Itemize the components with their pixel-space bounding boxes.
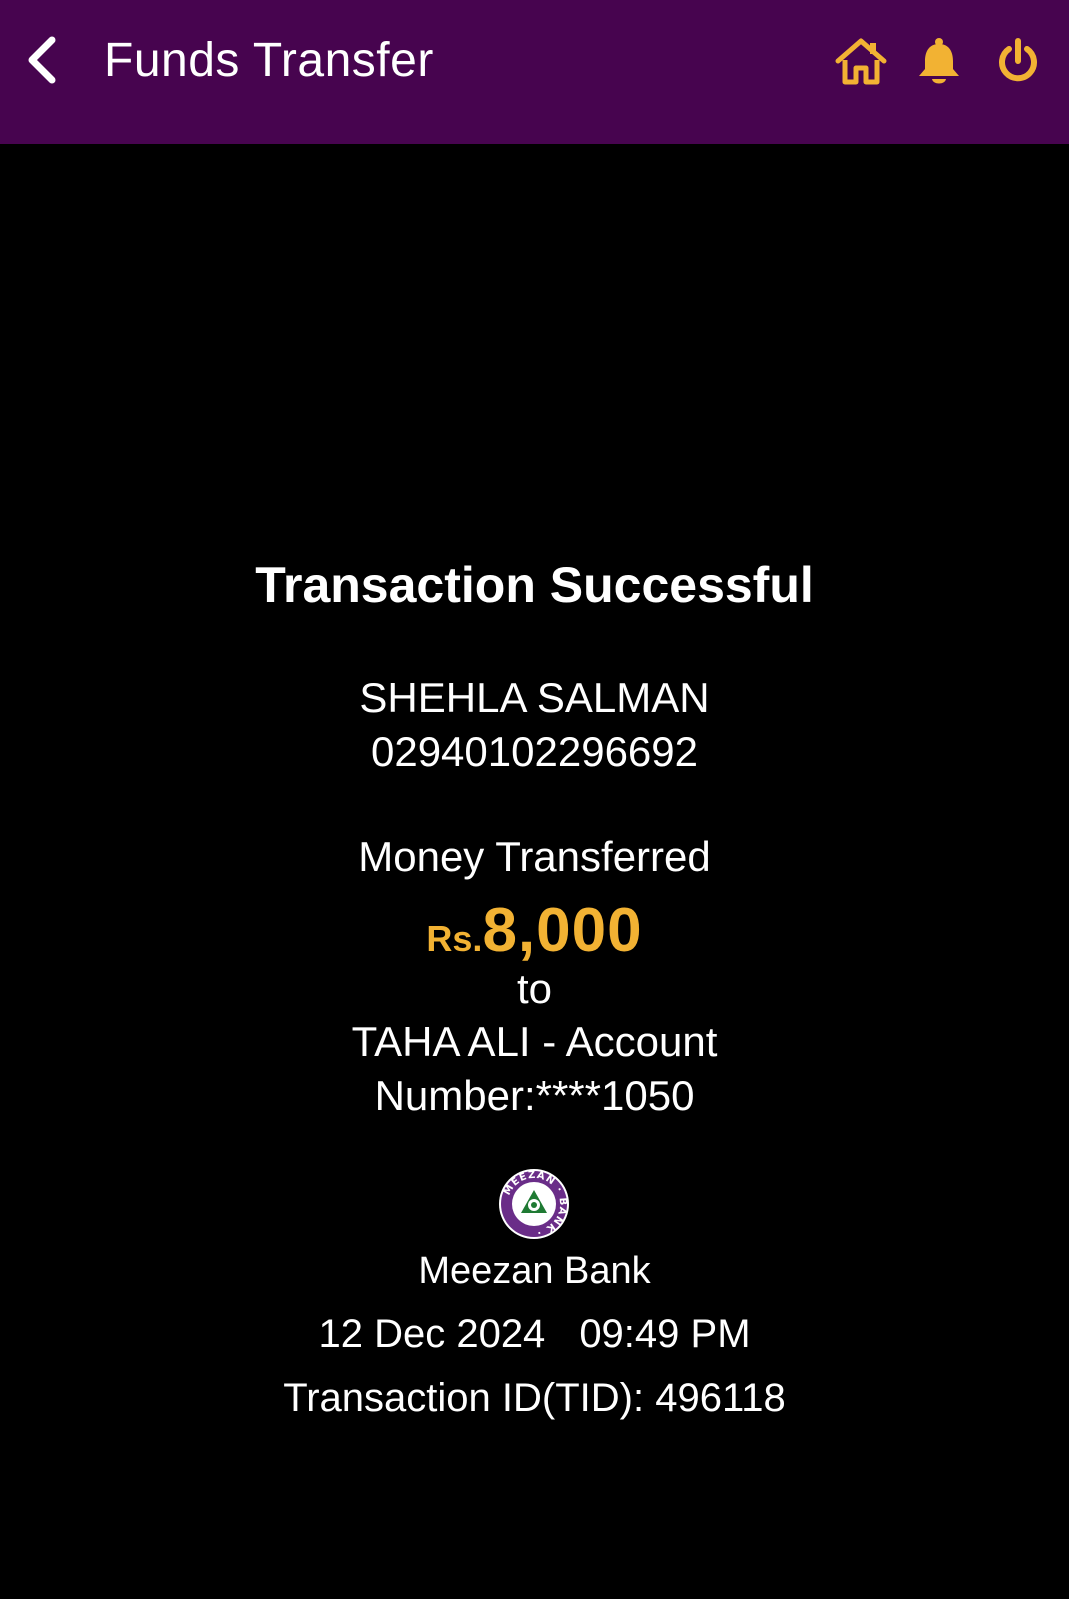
bank-name: Meezan Bank xyxy=(418,1250,651,1292)
page-title: Funds Transfer xyxy=(104,34,434,87)
home-button[interactable] xyxy=(833,34,889,90)
sender-account-number: 02940102296692 xyxy=(370,728,699,775)
back-chevron-icon xyxy=(28,36,56,84)
transaction-id: Transaction ID(TID): 496118 xyxy=(0,1370,1069,1426)
transaction-id-value: 496118 xyxy=(655,1376,786,1420)
beneficiary-name: TAHA ALI - Account xyxy=(351,1018,718,1065)
transaction-date: 12 Dec 2024 xyxy=(318,1312,546,1356)
back-button[interactable] xyxy=(14,32,70,88)
transaction-status-title: Transaction Successful xyxy=(255,557,814,613)
amount-value: 8,000 xyxy=(482,896,643,965)
meezan-bank-logo: MEEZAN · BANK · xyxy=(499,1169,569,1239)
receipt-content: Transaction Successful SHEHLA SALMAN 029… xyxy=(0,144,1069,1599)
beneficiary-account-number: Number:****1050 xyxy=(374,1072,695,1119)
power-icon xyxy=(999,38,1037,82)
transaction-id-label: Transaction ID(TID): xyxy=(283,1376,645,1420)
funds-transfer-receipt-screen: Funds Transfer Transaction Successful SH… xyxy=(0,0,1069,1599)
logout-button[interactable] xyxy=(990,34,1046,90)
notifications-button[interactable] xyxy=(911,34,967,90)
bell-icon xyxy=(919,38,959,84)
app-bar: Funds Transfer xyxy=(0,0,1069,144)
home-icon xyxy=(835,38,887,85)
transaction-date-time: 12 Dec 2024 09:49 PM xyxy=(0,1306,1069,1362)
transaction-time: 09:49 PM xyxy=(579,1312,751,1356)
to-label: to xyxy=(516,965,553,1012)
currency-label: Rs. xyxy=(426,918,483,959)
money-transferred-label: Money Transferred xyxy=(358,833,711,880)
sender-name: SHEHLA SALMAN xyxy=(359,674,710,721)
